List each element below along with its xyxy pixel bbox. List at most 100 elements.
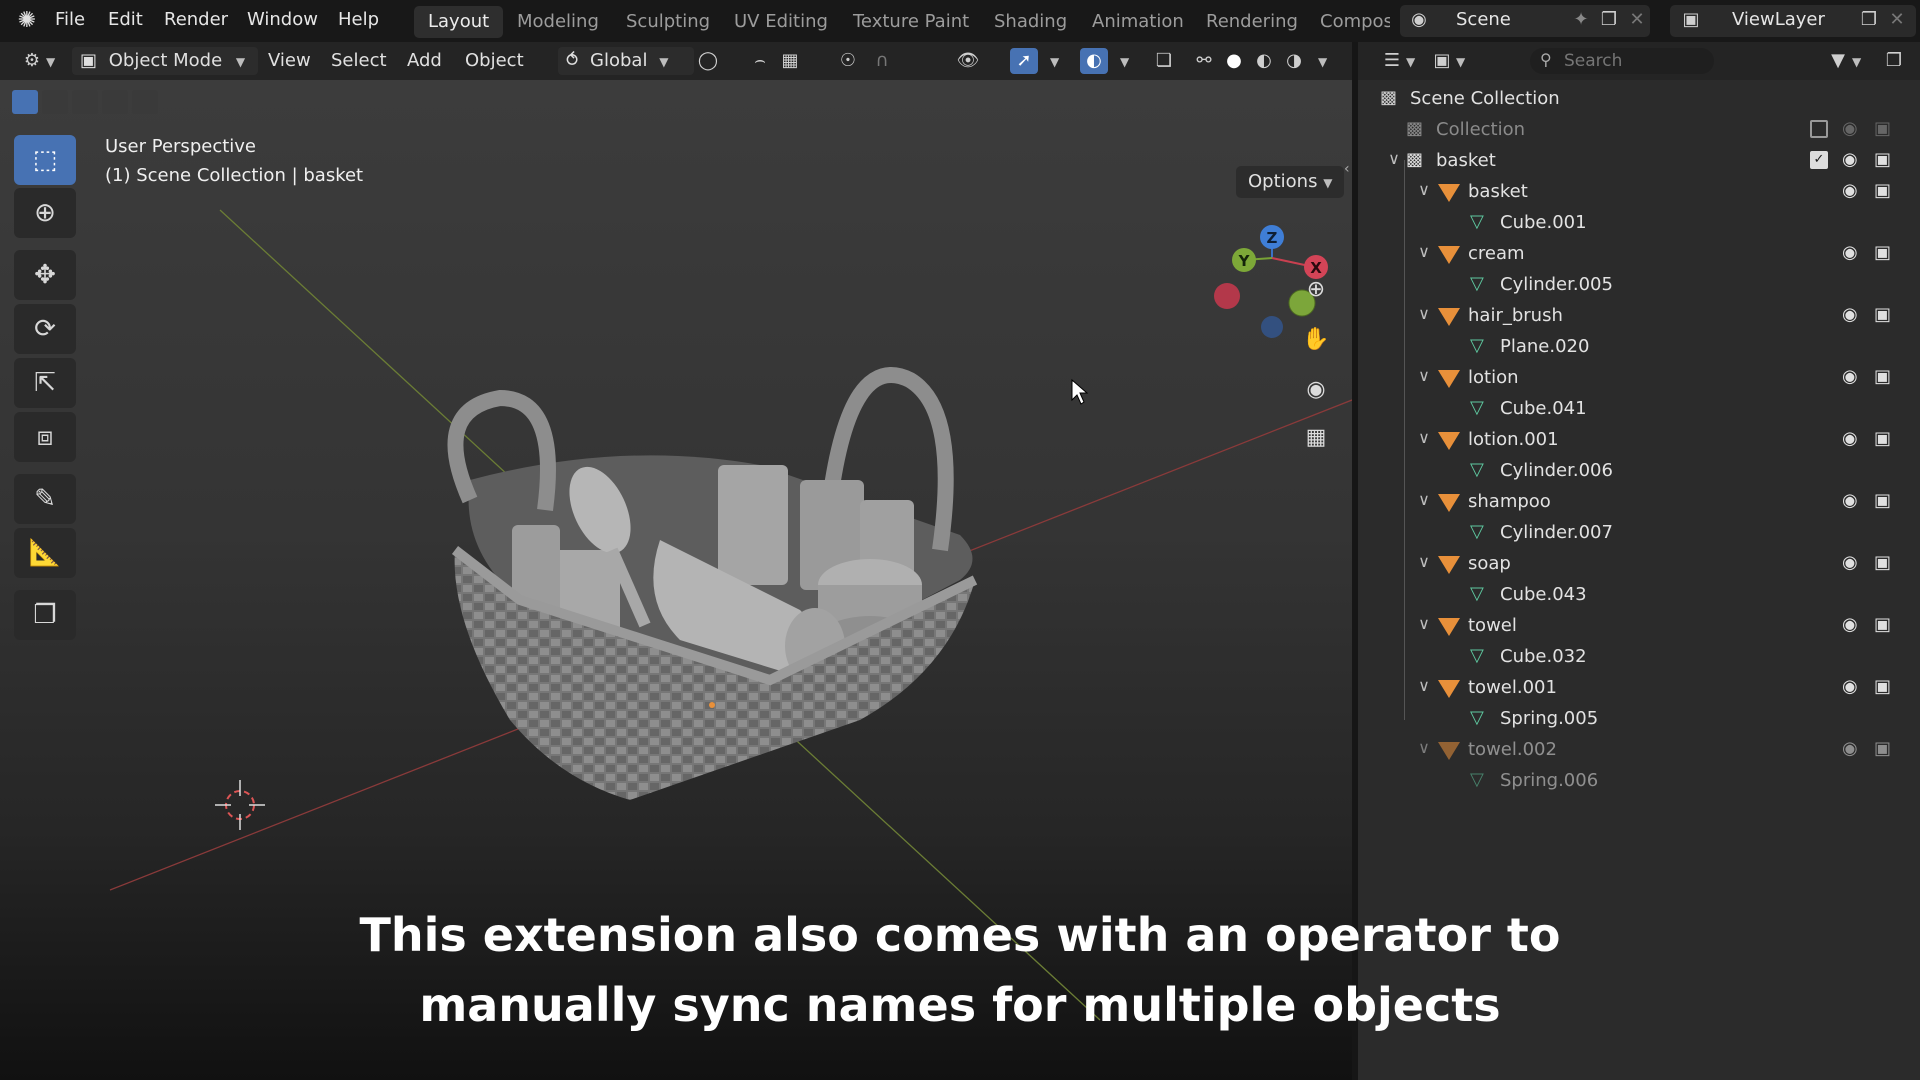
chevron-down-icon[interactable]: ∨ bbox=[1414, 738, 1434, 757]
chevron-down-icon[interactable]: ▼ bbox=[46, 55, 55, 69]
outliner-row-object[interactable]: ∨ towel.002 ◉ ▣ bbox=[1358, 734, 1920, 765]
tab-shading[interactable]: Shading bbox=[980, 6, 1081, 38]
view-layer-selector[interactable]: ▣ ViewLayer ❐ ✕ bbox=[1670, 5, 1916, 37]
solid-shading-icon[interactable]: ● bbox=[1220, 48, 1248, 74]
menu-render[interactable]: Render bbox=[164, 9, 228, 30]
exclude-checkbox[interactable]: ✓ bbox=[1810, 151, 1828, 169]
chevron-down-icon[interactable]: ▼ bbox=[1050, 55, 1059, 69]
camera-view-icon[interactable]: ◉ bbox=[1296, 370, 1336, 410]
eye-icon[interactable]: ◉ bbox=[1842, 676, 1858, 697]
scene-name[interactable]: Scene bbox=[1456, 9, 1511, 30]
delete-view-layer-icon[interactable]: ✕ bbox=[1884, 9, 1910, 33]
outliner-search[interactable]: ⚲ bbox=[1530, 48, 1714, 74]
eye-icon[interactable]: ◉ bbox=[1842, 149, 1858, 170]
outliner-row-mesh[interactable]: ▽ Cube.032 bbox=[1358, 641, 1920, 672]
add-cube-tool-icon[interactable]: ❐ bbox=[14, 590, 76, 640]
eye-icon[interactable]: ◉ bbox=[1842, 738, 1858, 759]
move-tool-icon[interactable]: ✥ bbox=[14, 250, 76, 300]
select-invert-icon[interactable] bbox=[102, 90, 128, 114]
select-extend-icon[interactable] bbox=[42, 90, 68, 114]
delete-scene-icon[interactable]: ✕ bbox=[1624, 9, 1650, 33]
options-button[interactable]: Options ▼ bbox=[1236, 166, 1345, 198]
camera-icon[interactable]: ▣ bbox=[1874, 242, 1891, 263]
tab-texture-paint[interactable]: Texture Paint bbox=[839, 6, 983, 38]
chevron-down-icon[interactable]: ∨ bbox=[1414, 304, 1434, 323]
eye-icon[interactable]: ◉ bbox=[1842, 304, 1858, 325]
cursor-tool-icon[interactable]: ⊕ bbox=[14, 188, 76, 238]
mode-selector[interactable]: ▣ Object Mode ▼ bbox=[72, 47, 258, 75]
new-scene-icon[interactable]: ❐ bbox=[1596, 9, 1622, 33]
outliner-row-object[interactable]: ∨ shampoo ◉ ▣ bbox=[1358, 486, 1920, 517]
tab-layout[interactable]: Layout bbox=[414, 6, 504, 38]
eye-icon[interactable]: ◉ bbox=[1842, 180, 1858, 201]
camera-icon[interactable]: ▣ bbox=[1874, 118, 1891, 139]
menu-view[interactable]: View bbox=[268, 47, 311, 75]
pan-hand-icon[interactable]: ✋ bbox=[1296, 320, 1336, 360]
select-new-icon[interactable] bbox=[12, 90, 38, 114]
transform-orientation-selector[interactable]: ⥀ Global ▼ bbox=[558, 47, 694, 75]
outliner-row-object[interactable]: ∨ hair_brush ◉ ▣ bbox=[1358, 300, 1920, 331]
tab-sculpting[interactable]: Sculpting bbox=[612, 6, 724, 38]
sidebar-toggle-icon[interactable]: ‹ bbox=[1344, 161, 1350, 177]
view-layer-name[interactable]: ViewLayer bbox=[1732, 9, 1825, 30]
perspective-toggle-icon[interactable]: ▦ bbox=[1296, 418, 1336, 458]
select-box-tool-icon[interactable]: ⬚ bbox=[14, 135, 76, 185]
outliner-row-mesh[interactable]: ▽ Cube.043 bbox=[1358, 579, 1920, 610]
outliner-row-object[interactable]: ∨ towel.001 ◉ ▣ bbox=[1358, 672, 1920, 703]
tab-animation[interactable]: Animation bbox=[1078, 6, 1198, 38]
proportional-editing-icon[interactable]: ☉ bbox=[834, 48, 862, 74]
menu-select[interactable]: Select bbox=[331, 47, 387, 75]
outliner-row-object[interactable]: ∨ cream ◉ ▣ bbox=[1358, 238, 1920, 269]
eye-icon[interactable]: ◉ bbox=[1842, 118, 1858, 139]
visibility-icon[interactable]: 👁 bbox=[954, 48, 982, 74]
chevron-down-icon[interactable]: ∨ bbox=[1384, 149, 1404, 168]
snap-increment-icon[interactable]: ▦ bbox=[776, 48, 804, 74]
outliner-row-mesh[interactable]: ▽ Cube.001 bbox=[1358, 207, 1920, 238]
chevron-down-icon[interactable]: ▼ bbox=[1120, 55, 1129, 69]
rendered-shading-icon[interactable]: ◑ bbox=[1280, 48, 1308, 74]
outliner-row-object[interactable]: ∨ basket ◉ ▣ bbox=[1358, 176, 1920, 207]
outliner-row-object[interactable]: ∨ lotion ◉ ▣ bbox=[1358, 362, 1920, 393]
chevron-down-icon[interactable]: ∨ bbox=[1414, 180, 1434, 199]
pivot-point-icon[interactable]: ◯ bbox=[694, 48, 722, 74]
outliner-row-scene-collection[interactable]: ▩ Scene Collection bbox=[1358, 83, 1920, 114]
outliner-row-mesh[interactable]: ▽ Spring.006 bbox=[1358, 765, 1920, 796]
camera-icon[interactable]: ▣ bbox=[1874, 738, 1891, 759]
chevron-down-icon[interactable]: ∨ bbox=[1414, 614, 1434, 633]
outliner-row-mesh[interactable]: ▽ Cube.041 bbox=[1358, 393, 1920, 424]
outliner-row-object[interactable]: ∨ soap ◉ ▣ bbox=[1358, 548, 1920, 579]
eye-icon[interactable]: ◉ bbox=[1842, 490, 1858, 511]
chevron-down-icon[interactable]: ∨ bbox=[1414, 676, 1434, 695]
new-view-layer-icon[interactable]: ❐ bbox=[1856, 9, 1882, 33]
camera-icon[interactable]: ▣ bbox=[1874, 180, 1891, 201]
outliner-row-mesh[interactable]: ▽ Cylinder.005 bbox=[1358, 269, 1920, 300]
exclude-checkbox[interactable] bbox=[1810, 120, 1828, 138]
select-subtract-icon[interactable] bbox=[72, 90, 98, 114]
camera-icon[interactable]: ▣ bbox=[1874, 490, 1891, 511]
chevron-down-icon[interactable]: ∨ bbox=[1414, 366, 1434, 385]
tab-compositing[interactable]: Compos bbox=[1306, 6, 1390, 38]
eye-icon[interactable]: ◉ bbox=[1842, 366, 1858, 387]
outliner-editor-type-icon[interactable]: ☰ bbox=[1378, 48, 1406, 74]
transform-tool-icon[interactable]: ⧈ bbox=[14, 412, 76, 462]
outliner-row-mesh[interactable]: ▽ Spring.005 bbox=[1358, 703, 1920, 734]
display-mode-icon[interactable]: ▣ bbox=[1428, 48, 1456, 74]
outliner-row-mesh[interactable]: ▽ Cylinder.006 bbox=[1358, 455, 1920, 486]
outliner-row-basket-collection[interactable]: ∨ ▩ basket ✓ ◉ ▣ bbox=[1358, 145, 1920, 176]
select-intersect-icon[interactable] bbox=[132, 90, 158, 114]
chevron-down-icon[interactable]: ▼ bbox=[1456, 55, 1465, 69]
eye-icon[interactable]: ◉ bbox=[1842, 428, 1858, 449]
chevron-down-icon[interactable]: ∨ bbox=[1414, 552, 1434, 571]
chevron-down-icon[interactable]: ∨ bbox=[1414, 490, 1434, 509]
scale-tool-icon[interactable]: ⇱ bbox=[14, 358, 76, 408]
menu-object[interactable]: Object bbox=[465, 47, 524, 75]
snap-icon[interactable]: ⌢ bbox=[746, 48, 774, 74]
3d-cursor-icon[interactable] bbox=[215, 780, 265, 830]
menu-window[interactable]: Window bbox=[247, 9, 318, 30]
outliner-row-object[interactable]: ∨ lotion.001 ◉ ▣ bbox=[1358, 424, 1920, 455]
camera-icon[interactable]: ▣ bbox=[1874, 676, 1891, 697]
chevron-down-icon[interactable]: ∨ bbox=[1414, 242, 1434, 261]
falloff-icon[interactable]: ∩ bbox=[868, 48, 896, 74]
filter-icon[interactable]: ▼ bbox=[1824, 48, 1852, 74]
tab-modeling[interactable]: Modeling bbox=[503, 6, 613, 38]
